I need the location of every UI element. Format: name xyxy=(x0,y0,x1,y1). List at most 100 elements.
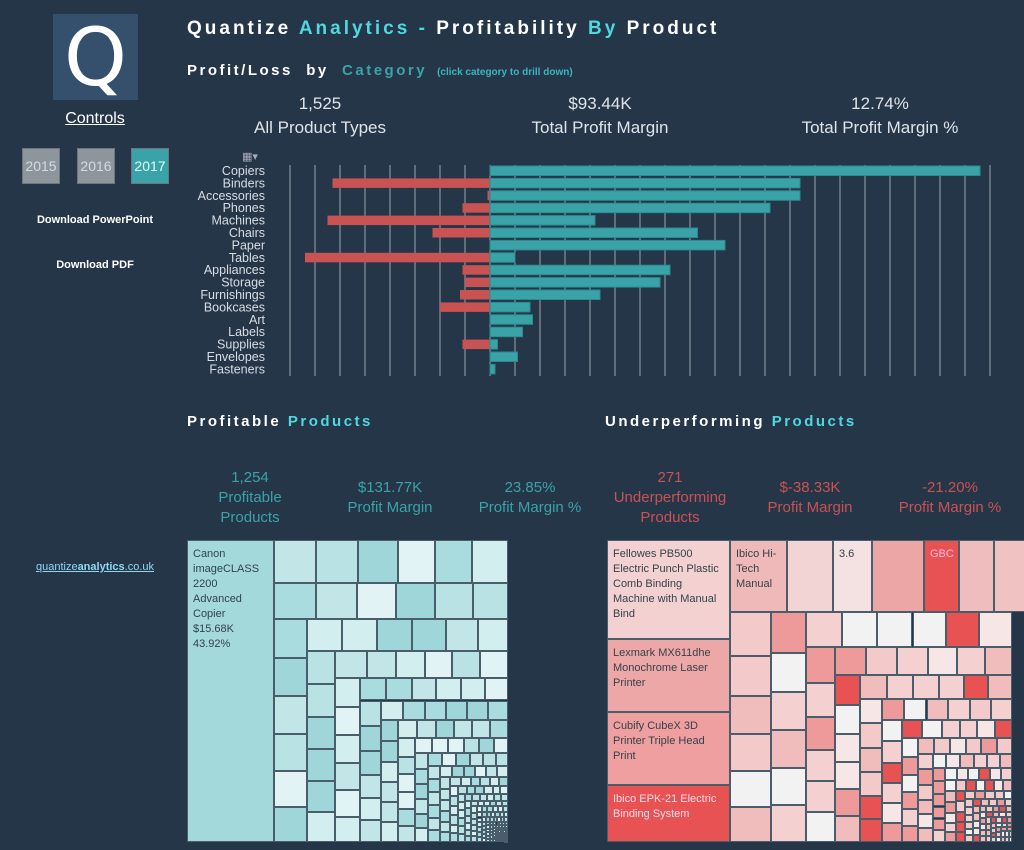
treemap-tile[interactable] xyxy=(398,737,415,757)
treemap-tile[interactable] xyxy=(901,719,923,738)
treemap-tile[interactable] xyxy=(436,720,455,738)
treemap-tile[interactable] xyxy=(424,700,447,721)
treemap-tile[interactable] xyxy=(499,777,508,787)
treemap-tile[interactable] xyxy=(956,811,966,823)
treemap-tile[interactable] xyxy=(835,788,861,816)
treemap-tile[interactable] xyxy=(484,786,493,794)
treemap-tile[interactable] xyxy=(307,811,336,842)
treemap-tile[interactable] xyxy=(398,792,415,810)
treemap-tile[interactable] xyxy=(956,790,966,802)
treemap-tile[interactable] xyxy=(989,799,998,806)
treemap-tile[interactable] xyxy=(440,777,450,790)
treemap-tile[interactable] xyxy=(945,790,957,802)
treemap-tile[interactable] xyxy=(984,790,995,800)
treemap-tile[interactable] xyxy=(771,730,806,768)
treemap-tile[interactable] xyxy=(454,720,473,738)
treemap-tile[interactable] xyxy=(398,825,415,842)
treemap-tile[interactable] xyxy=(475,765,487,778)
treemap-tile[interactable] xyxy=(771,805,806,842)
treemap-tile[interactable] xyxy=(975,790,985,800)
treemap-tile[interactable] xyxy=(901,825,918,842)
treemap-tile[interactable] xyxy=(805,683,835,718)
treemap-tile[interactable] xyxy=(357,540,399,583)
treemap-tile[interactable] xyxy=(472,540,508,583)
treemap-tile[interactable] xyxy=(917,769,933,785)
treemap-tile[interactable] xyxy=(359,798,381,821)
treemap-tile[interactable] xyxy=(965,814,974,822)
treemap-tile[interactable] xyxy=(904,698,927,720)
treemap-tile[interactable] xyxy=(981,737,997,754)
treemap-tile[interactable] xyxy=(945,801,957,813)
treemap-tile[interactable] xyxy=(881,822,902,842)
treemap-tile[interactable] xyxy=(997,799,1005,806)
treemap-tile[interactable] xyxy=(398,540,436,583)
treemap-tile[interactable] xyxy=(730,696,772,735)
treemap-tile[interactable] xyxy=(987,753,1000,768)
treemap-tile[interactable] xyxy=(434,582,473,620)
treemap-tile[interactable] xyxy=(274,540,316,583)
treemap-tile[interactable] xyxy=(342,619,378,651)
treemap-tile[interactable] xyxy=(307,684,336,718)
treemap-tile[interactable] xyxy=(380,782,399,803)
treemap-tile[interactable] xyxy=(805,612,842,647)
treemap-tile[interactable] xyxy=(380,802,399,823)
treemap-tile[interactable] xyxy=(335,762,360,790)
treemap-tile[interactable] xyxy=(860,698,882,724)
treemap-tile[interactable] xyxy=(440,789,450,801)
treemap-tile[interactable] xyxy=(805,811,835,842)
treemap-tile[interactable] xyxy=(380,700,404,721)
treemap-tile[interactable] xyxy=(881,763,902,784)
treemap-tile[interactable] xyxy=(730,612,772,657)
treemap-tile[interactable] xyxy=(442,753,456,766)
treemap-tile[interactable] xyxy=(479,737,494,754)
treemap-tile[interactable] xyxy=(881,803,902,823)
treemap-tile[interactable] xyxy=(835,815,861,842)
treemap-tile[interactable] xyxy=(451,765,464,778)
treemap-tile[interactable] xyxy=(414,768,429,785)
treemap-tile[interactable] xyxy=(440,810,450,822)
treemap-tile[interactable] xyxy=(917,784,933,801)
treemap-tile[interactable] xyxy=(449,833,458,842)
treemap-tile[interactable] xyxy=(307,650,336,685)
treemap-tile[interactable] xyxy=(945,812,957,823)
treemap-tile[interactable] xyxy=(881,741,902,763)
treemap-tile[interactable] xyxy=(396,650,425,678)
treemap-tile[interactable] xyxy=(307,780,336,812)
treemap-tile[interactable] xyxy=(771,652,806,692)
treemap-tile[interactable] xyxy=(414,799,429,814)
treemap-tile[interactable] xyxy=(500,786,508,794)
treemap-tile[interactable] xyxy=(994,779,1004,791)
treemap-tile[interactable] xyxy=(805,717,835,751)
treemap-tile[interactable] xyxy=(470,777,481,787)
treemap-tile[interactable]: GBC xyxy=(924,540,959,612)
treemap-tile[interactable] xyxy=(922,719,943,738)
treemap-tile[interactable] xyxy=(932,794,946,807)
treemap-tile[interactable] xyxy=(475,786,485,794)
treemap-tile[interactable] xyxy=(501,793,508,801)
treemap-tile[interactable] xyxy=(946,753,961,768)
treemap-tile[interactable] xyxy=(901,774,918,792)
treemap-tile[interactable] xyxy=(497,765,508,778)
treemap-tile[interactable] xyxy=(315,540,358,583)
treemap-tile[interactable] xyxy=(942,719,960,738)
treemap-tile[interactable] xyxy=(949,737,966,754)
treemap-tile[interactable] xyxy=(486,765,498,778)
treemap-tile[interactable] xyxy=(335,706,360,736)
treemap-tile[interactable] xyxy=(966,779,976,791)
treemap-tile[interactable] xyxy=(860,795,882,819)
treemap-tile-top-product[interactable]: Canon imageCLASS 2200 Advanced Copier $15… xyxy=(187,540,274,842)
treemap-tile[interactable] xyxy=(999,753,1012,768)
treemap-tile[interactable] xyxy=(414,827,429,842)
treemap-tile[interactable] xyxy=(472,582,508,620)
treemap-tile[interactable] xyxy=(359,820,381,842)
treemap-tile[interactable] xyxy=(359,677,386,701)
treemap-tile[interactable] xyxy=(315,582,357,620)
treemap-tile[interactable] xyxy=(467,700,488,721)
treemap-tile[interactable] xyxy=(860,747,882,772)
treemap-tile[interactable] xyxy=(965,828,974,836)
treemap-tile[interactable] xyxy=(274,657,308,697)
treemap-tile[interactable] xyxy=(805,780,835,812)
treemap-tile[interactable] xyxy=(979,767,991,780)
treemap-tile[interactable] xyxy=(917,737,934,754)
treemap-tile[interactable] xyxy=(464,793,473,801)
